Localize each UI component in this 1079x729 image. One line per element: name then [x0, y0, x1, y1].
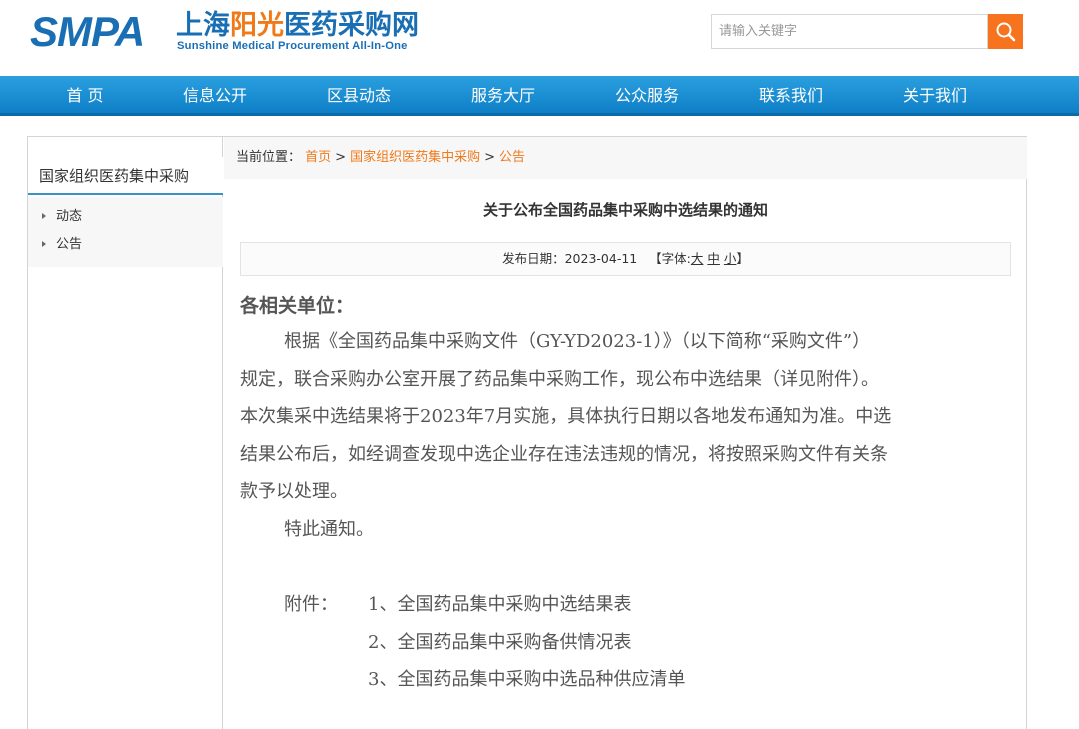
font-size-label: 【字体:	[649, 251, 691, 266]
nav-item-service-hall[interactable]: 服务大厅	[443, 76, 563, 116]
font-size-large-link[interactable]: 大	[691, 251, 704, 266]
attachment-link-3[interactable]: 3、全国药品集中采购中选品种供应清单	[368, 661, 685, 699]
breadcrumb-label: 当前位置：	[236, 150, 302, 165]
logo-smpa-text: SMPA	[30, 8, 145, 55]
sidebar-title[interactable]: 国家组织医药集中采购	[28, 157, 223, 195]
article-line: 根据《全国药品集中采购文件（GY-YD2023-1）》（以下简称“采购文件”）	[284, 331, 871, 352]
article-line: 规定，联合采购办公室开展了药品集中采购工作，现公布中选结果（详见附件）。	[240, 368, 879, 390]
logo-english-name: Sunshine Medical Procurement All-In-One	[177, 40, 408, 52]
main-container: 国家组织医药集中采购 动态 公告 当前位置： 首页 > 国家组织医药集中采购 > 公告 …	[27, 136, 1027, 729]
sidebar: 国家组织医药集中采购 动态 公告	[28, 137, 223, 729]
sidebar-item-announcement[interactable]: 公告	[42, 233, 82, 257]
article-title: 关于公布全国药品集中采购中选结果的通知	[482, 201, 768, 219]
article-meta: 发布日期：2023-04-11 【字体:大 中 小】	[240, 242, 1011, 276]
main-nav: 首 页 信息公开 区县动态 服务大厅 公众服务 联系我们 关于我们	[0, 76, 1079, 116]
font-size-close: 】	[736, 251, 749, 266]
search-input[interactable]	[711, 14, 988, 49]
nav-item-about-us[interactable]: 关于我们	[875, 76, 995, 116]
site-header: SMPA 上海阳光医药采购网 Sunshine Medical Procurem…	[0, 0, 1079, 76]
nav-item-contact-us[interactable]: 联系我们	[731, 76, 851, 116]
breadcrumb-link-announcement[interactable]: 公告	[499, 150, 525, 165]
arrow-right-icon	[42, 240, 46, 247]
nav-item-info-disclosure[interactable]: 信息公开	[155, 76, 275, 116]
article-line: 本次集采中选结果将于2023年7月实施，具体执行日期以各地发布通知为准。中选	[240, 406, 892, 428]
content-area: 当前位置： 首页 > 国家组织医药集中采购 > 公告 关于公布全国药品集中采购中选结果的…	[224, 137, 1027, 729]
article-line: 结果公布后，如经调查发现中选企业存在违法违规的情况，将按照采购文件有关条	[240, 443, 888, 465]
nav-item-district-news[interactable]: 区县动态	[299, 76, 419, 116]
nav-item-public-service[interactable]: 公众服务	[587, 76, 707, 116]
sidebar-item-label: 公告	[56, 237, 83, 252]
article-line: 款予以处理。	[240, 481, 348, 503]
logo-cn-orange: 阳光	[230, 10, 284, 41]
breadcrumb-separator: >	[484, 150, 495, 165]
sidebar-list: 动态 公告	[28, 197, 223, 267]
site-logo[interactable]: SMPA 上海阳光医药采购网 Sunshine Medical Procurem…	[30, 10, 450, 56]
article-greeting: 各相关单位：	[240, 295, 355, 317]
article-notice: 特此通知。	[284, 519, 374, 540]
breadcrumb-link-home[interactable]: 首页	[305, 150, 331, 165]
breadcrumb: 当前位置： 首页 > 国家组织医药集中采购 > 公告	[224, 137, 1027, 179]
publish-date: 2023-04-11	[564, 251, 638, 266]
arrow-right-icon	[42, 212, 46, 219]
sidebar-item-news[interactable]: 动态	[42, 205, 82, 229]
attachment-label: 附件：	[284, 594, 338, 615]
sidebar-item-label: 动态	[56, 209, 83, 224]
search-box	[711, 14, 1023, 49]
font-size-small-link[interactable]: 小	[724, 251, 737, 266]
breadcrumb-link-category[interactable]: 国家组织医药集中采购	[350, 150, 480, 165]
logo-cn-rest: 医药采购网	[284, 10, 419, 41]
search-button[interactable]	[988, 14, 1023, 49]
search-icon	[996, 22, 1015, 41]
nav-item-home[interactable]: 首 页	[25, 76, 145, 116]
logo-cn-blue: 上海	[176, 10, 230, 41]
breadcrumb-separator: >	[335, 150, 347, 165]
logo-chinese-name: 上海阳光医药采购网	[176, 10, 419, 42]
attachment-link-1[interactable]: 1、全国药品集中采购中选结果表	[368, 586, 631, 624]
attachment-link-2[interactable]: 2、全国药品集中采购备供情况表	[368, 624, 631, 662]
font-size-medium-link[interactable]: 中	[707, 251, 720, 266]
date-label: 发布日期：	[502, 251, 565, 266]
